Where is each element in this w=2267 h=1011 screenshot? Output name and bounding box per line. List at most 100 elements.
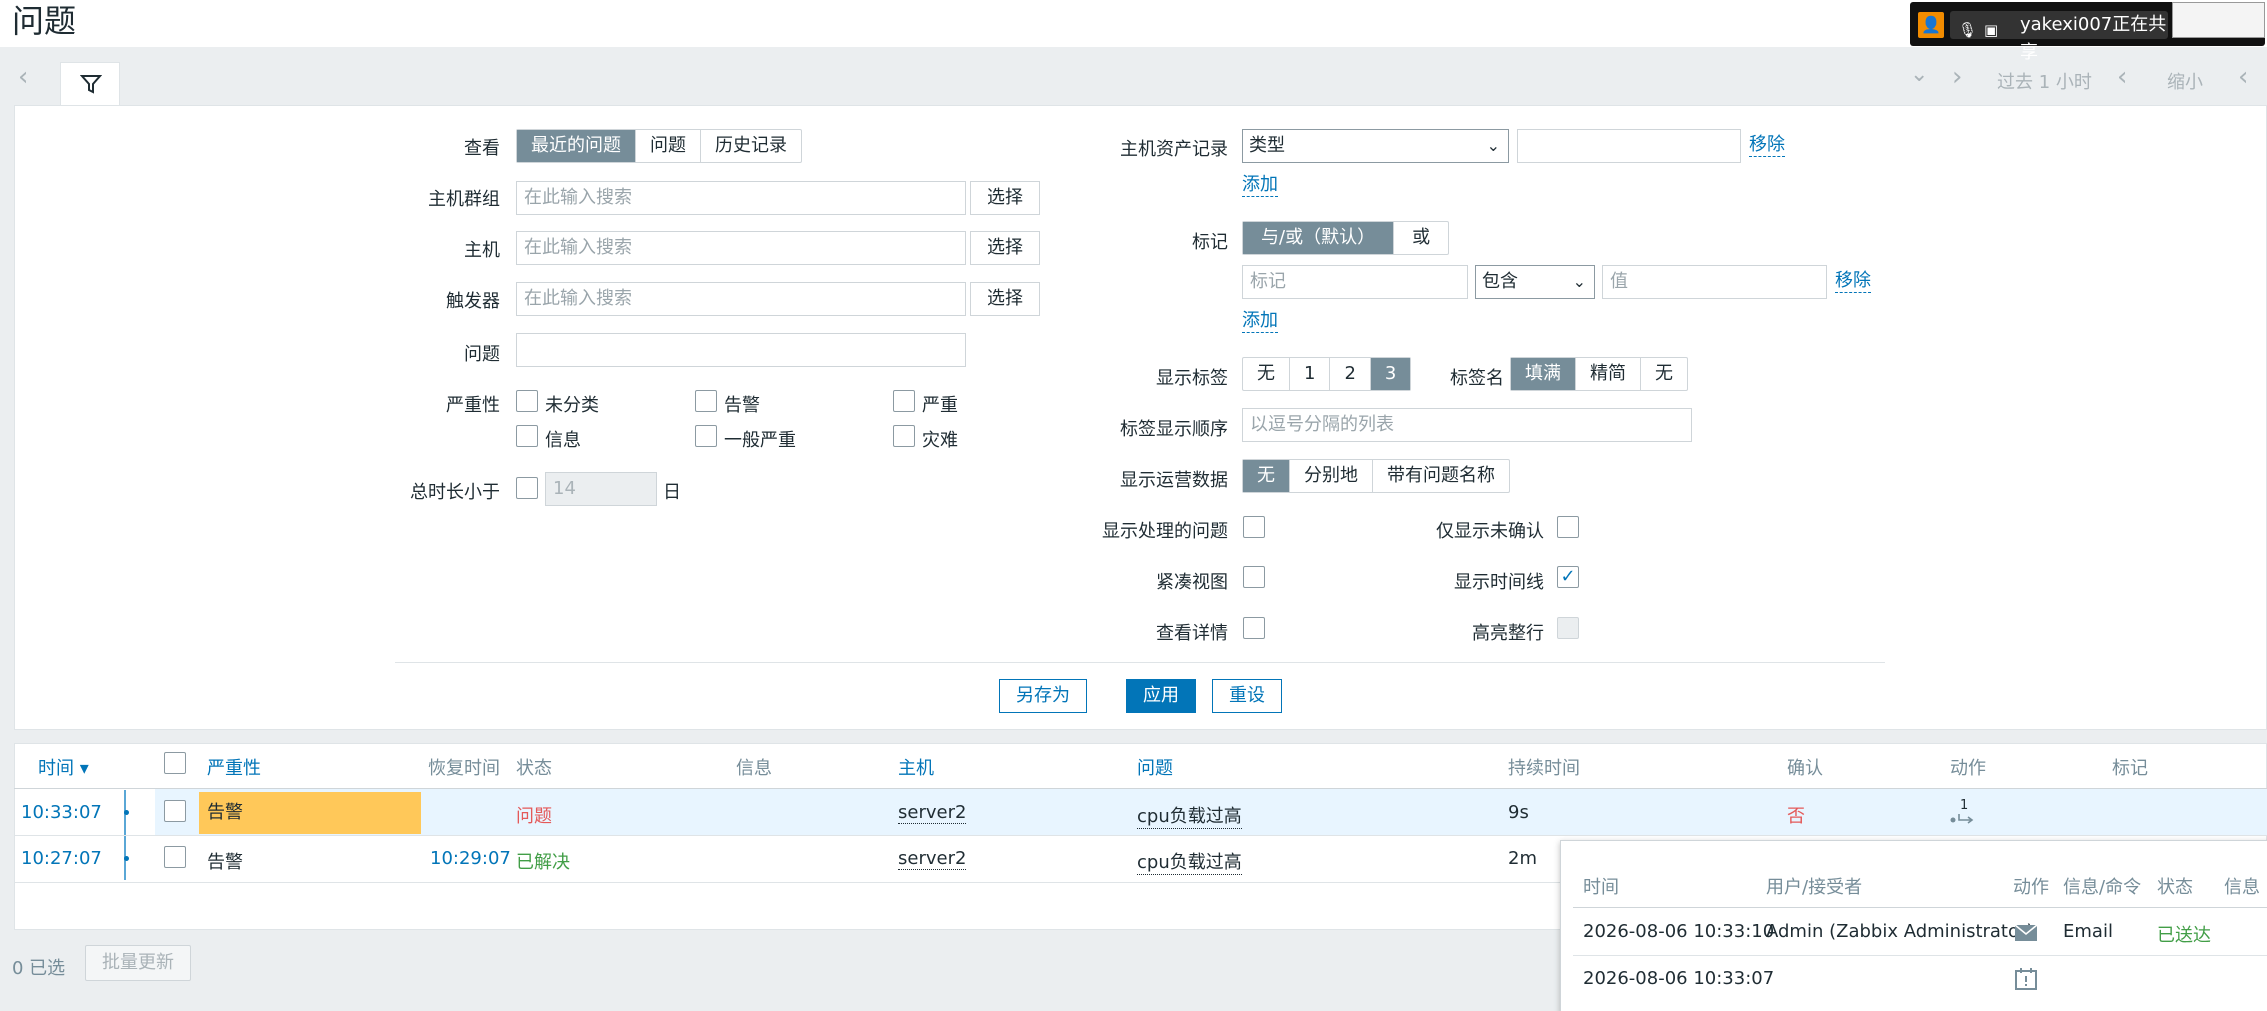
opdata-none[interactable]: 无 (1243, 460, 1290, 492)
tag-priority-label: 标签显示顺序 (1120, 419, 1228, 440)
inventory-type-select[interactable]: 类型 ⌄ (1242, 129, 1509, 163)
show-details-checkbox[interactable] (1243, 617, 1265, 639)
severity-checkbox-high[interactable] (893, 390, 915, 412)
col-info: 信息 (736, 758, 772, 779)
show-tags-none[interactable]: 无 (1243, 358, 1290, 390)
page-title: 问题 (12, 2, 77, 40)
selected-count: 0 已选 (12, 958, 66, 979)
show-history[interactable]: 历史记录 (701, 130, 801, 162)
row2-checkbox[interactable] (164, 846, 186, 868)
row1-checkbox[interactable] (164, 800, 186, 822)
col-problem[interactable]: 问题 (1137, 754, 1173, 780)
apply-button[interactable]: 应用 (1126, 679, 1196, 713)
trigger-select-button[interactable]: 选择 (970, 282, 1040, 316)
show-segment: 最近的问题 问题 历史记录 (516, 129, 802, 163)
select-all-checkbox[interactable] (164, 752, 186, 774)
opdata-separately[interactable]: 分别地 (1290, 460, 1373, 492)
tag-value-input[interactable]: 值 (1602, 265, 1827, 299)
inventory-label: 主机资产记录 (1120, 139, 1228, 160)
show-timeline-checkbox[interactable]: ✓ (1557, 566, 1579, 588)
popup-row-divider (1573, 955, 2267, 956)
popup-col-user: 用户/接受者 (1766, 877, 1863, 898)
row2-host[interactable]: server2 (898, 848, 967, 870)
col-host[interactable]: 主机 (898, 754, 934, 780)
show-recent[interactable]: 最近的问题 (517, 130, 636, 162)
row2-problem[interactable]: cpu负载过高 (1137, 848, 1242, 875)
row2-recovery[interactable]: 10:29:07 (430, 848, 511, 869)
row2-time[interactable]: 10:27:07 (21, 848, 102, 869)
hostgroup-input[interactable]: 在此输入搜索 (516, 181, 966, 215)
highlight-row-label: 高亮整行 (1472, 623, 1544, 644)
inventory-add-link[interactable]: 添加 (1242, 174, 1278, 197)
tags-op-or[interactable]: 或 (1394, 222, 1448, 254)
host-input[interactable]: 在此输入搜索 (516, 231, 966, 265)
show-tags-3[interactable]: 3 (1370, 358, 1411, 390)
screen-share-icon[interactable]: ▣ (1984, 16, 1998, 44)
inventory-value-input[interactable] (1517, 129, 1741, 163)
compact-view-checkbox[interactable] (1243, 566, 1265, 588)
tag-operator-select[interactable]: 包含 ⌄ (1475, 265, 1595, 299)
hostgroup-select-button[interactable]: 选择 (970, 181, 1040, 215)
chevron-down-icon[interactable]: ⌄ (1910, 62, 1928, 87)
show-tags-1[interactable]: 1 (1290, 358, 1331, 390)
show-suppressed-checkbox[interactable] (1243, 516, 1265, 538)
save-as-button[interactable]: 另存为 (999, 679, 1087, 713)
severity-checkbox-not-classified[interactable] (516, 390, 538, 412)
tag-name-short[interactable]: 精简 (1576, 358, 1641, 390)
inventory-remove-link[interactable]: 移除 (1749, 134, 1785, 157)
col-duration: 持续时间 (1508, 758, 1580, 779)
severity-information-label: 信息 (545, 430, 581, 451)
col-status: 状态 (516, 758, 552, 779)
time-back-icon[interactable]: ‹ (2117, 62, 2127, 92)
tag-remove-link[interactable]: 移除 (1835, 270, 1871, 293)
highlight-row-checkbox[interactable] (1557, 617, 1579, 639)
col-time[interactable]: 时间 ▾ (38, 754, 89, 780)
unack-only-checkbox[interactable] (1557, 516, 1579, 538)
mass-update-button[interactable]: 批量更新 (85, 945, 191, 981)
tag-priority-input[interactable]: 以逗号分隔的列表 (1242, 408, 1692, 442)
show-problems[interactable]: 问题 (636, 130, 701, 162)
row1-host[interactable]: server2 (898, 802, 967, 824)
next-arrow-icon[interactable]: › (1952, 62, 1962, 92)
user-icon: 👤 (1918, 12, 1944, 38)
age-input[interactable]: 14 (545, 472, 657, 506)
host-select-button[interactable]: 选择 (970, 231, 1040, 265)
actions-count: 1 (1960, 798, 1969, 813)
problem-input[interactable] (516, 333, 966, 367)
severity-checkbox-disaster[interactable] (893, 425, 915, 447)
age-checkbox[interactable] (516, 477, 538, 499)
severity-checkbox-information[interactable] (516, 425, 538, 447)
hostgroup-label: 主机群组 (428, 189, 500, 210)
time-forward-icon[interactable]: ‹ (2238, 62, 2248, 92)
age-label: 总时长小于 (410, 482, 500, 503)
mic-icon[interactable]: 🎙 (1958, 16, 1977, 44)
row2-status: 已解决 (516, 852, 570, 873)
zoom-out-button[interactable]: 缩小 (2167, 68, 2203, 94)
row1-ack[interactable]: 否 (1787, 802, 1805, 828)
reset-button[interactable]: 重设 (1212, 679, 1282, 713)
tag-name-full[interactable]: 填满 (1511, 358, 1576, 390)
filter-tab[interactable] (60, 62, 120, 106)
tag-name-none[interactable]: 无 (1641, 358, 1687, 390)
tag-add-link[interactable]: 添加 (1242, 310, 1278, 333)
share-status[interactable]: 🎙 ▣ yakexi007正在共享 (1950, 11, 2168, 63)
row1-time[interactable]: 10:33:07 (21, 802, 102, 823)
show-tags-2[interactable]: 2 (1330, 358, 1371, 390)
opdata-segment: 无 分别地 带有问题名称 (1242, 459, 1510, 493)
severity-average-label: 一般严重 (724, 430, 796, 451)
show-timeline-label: 显示时间线 (1454, 572, 1544, 593)
tags-op-andor[interactable]: 与/或（默认） (1243, 222, 1395, 254)
show-tags-label: 显示标签 (1156, 368, 1228, 389)
row1-actions[interactable]: 1 (1950, 798, 1980, 828)
opdata-with-name[interactable]: 带有问题名称 (1373, 460, 1509, 492)
time-range[interactable]: 过去 1 小时 (1997, 68, 2092, 94)
col-severity[interactable]: 严重性 (207, 754, 261, 780)
col-actions: 动作 (1950, 758, 1986, 779)
popup-header-divider (1573, 907, 2267, 908)
severity-checkbox-average[interactable] (695, 425, 717, 447)
row1-problem[interactable]: cpu负载过高 (1137, 802, 1242, 829)
prev-arrow-icon[interactable]: ‹ (18, 62, 28, 92)
trigger-input[interactable]: 在此输入搜索 (516, 282, 966, 316)
severity-checkbox-warning[interactable] (695, 390, 717, 412)
tag-name-input[interactable]: 标记 (1242, 265, 1468, 299)
